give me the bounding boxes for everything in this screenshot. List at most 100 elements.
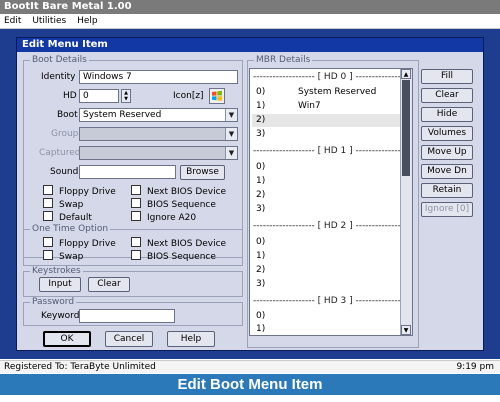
list-item[interactable]: 3) — [252, 203, 400, 216]
checkbox-box[interactable] — [131, 198, 141, 208]
sound-input[interactable] — [79, 165, 176, 179]
list-item[interactable]: 1) Win7 — [252, 100, 400, 113]
identity-input[interactable]: Windows 7 — [79, 70, 238, 84]
row-number: 3) — [256, 129, 266, 139]
app-title-bar: BootIt Bare Metal 1.00 — [0, 0, 500, 14]
menu-bar: Edit Utilities Help — [0, 14, 500, 29]
mbr-scrollbar[interactable]: ▲ ▼ — [400, 69, 412, 335]
bottom-strip — [0, 395, 500, 402]
captured-select: ▼ — [79, 146, 238, 160]
row-number: 0) — [256, 87, 266, 97]
floppy-drive-checkbox[interactable]: Floppy Drive — [43, 185, 116, 197]
menu-edit[interactable]: Edit — [0, 14, 25, 29]
checkbox-label: Ignore A20 — [147, 213, 197, 223]
list-item[interactable]: 3) — [252, 128, 400, 141]
captured-label: Captured — [39, 148, 81, 158]
row-number: 0) — [256, 311, 266, 321]
list-item[interactable]: 2) — [252, 189, 400, 202]
list-item[interactable]: 0) — [252, 236, 400, 249]
one-time-floppy-drive-checkbox[interactable]: Floppy Drive — [43, 237, 116, 249]
checkbox-label: Next BIOS Device — [147, 187, 227, 197]
next-bios-device-checkbox[interactable]: Next BIOS Device — [131, 185, 227, 197]
scroll-up-icon[interactable]: ▲ — [401, 69, 411, 79]
default-checkbox[interactable]: Default — [43, 211, 92, 223]
keystrokes-legend: Keystrokes — [30, 266, 83, 277]
status-registration: Registered To: TeraByte Unlimited — [4, 362, 156, 372]
list-item[interactable]: 0) — [252, 310, 400, 323]
list-item[interactable]: 1) — [252, 323, 400, 335]
hd-label: HD — [63, 91, 77, 101]
status-bar: Registered To: TeraByte Unlimited 9:19 p… — [0, 360, 500, 373]
ignore-button[interactable]: Ignore [0] — [421, 202, 473, 217]
dialog-title: Edit Menu Item — [17, 38, 483, 52]
caption-banner: Edit Boot Menu Item — [0, 374, 500, 395]
row-number: 1) — [256, 101, 266, 111]
list-item[interactable]: 0) — [252, 161, 400, 174]
retain-button[interactable]: Retain — [421, 183, 473, 198]
hd-spinner[interactable]: ▲ ▼ — [121, 89, 131, 103]
hd-input[interactable]: 0 — [79, 89, 119, 103]
cancel-button[interactable]: Cancel — [105, 331, 153, 347]
row-number: 2) — [256, 190, 266, 200]
clear-keystrokes-button[interactable]: Clear — [88, 277, 130, 292]
checkbox-box[interactable] — [43, 185, 53, 195]
list-item[interactable]: 3) — [252, 278, 400, 291]
mbr-list[interactable]: ------------------- [ HD 0 ] -----------… — [249, 68, 413, 336]
move-down-button[interactable]: Move Dn — [421, 164, 473, 179]
hide-button[interactable]: Hide — [421, 107, 473, 122]
checkbox-box[interactable] — [131, 211, 141, 221]
checkbox-label: Next BIOS Device — [147, 239, 227, 249]
fill-button[interactable]: Fill — [421, 69, 473, 84]
row-number: 1) — [256, 324, 266, 334]
ignore-a20-checkbox[interactable]: Ignore A20 — [131, 211, 197, 223]
boot-label: Boot — [57, 110, 78, 120]
menu-help[interactable]: Help — [73, 14, 102, 29]
help-button[interactable]: Help — [167, 331, 215, 347]
checkbox-box[interactable] — [43, 211, 53, 221]
checkbox-label: BIOS Sequence — [147, 200, 216, 210]
row-number: 3) — [256, 204, 266, 214]
checkbox-box[interactable] — [131, 250, 141, 260]
hd2-header: ------------------- [ HD 2 ] -----------… — [253, 221, 413, 231]
checkbox-box[interactable] — [131, 185, 141, 195]
volumes-button[interactable]: Volumes — [421, 126, 473, 141]
menu-utilities[interactable]: Utilities — [28, 14, 70, 29]
browse-button[interactable]: Browse — [180, 165, 225, 180]
scroll-down-icon[interactable]: ▼ — [401, 325, 411, 335]
scrollbar-thumb[interactable] — [402, 80, 410, 176]
password-legend: Password — [30, 297, 77, 308]
list-item-selected[interactable]: 2) — [252, 114, 400, 127]
swap-checkbox[interactable]: Swap — [43, 198, 83, 210]
icon-picker-button[interactable] — [209, 88, 225, 104]
keyword-label: Keyword — [41, 311, 80, 321]
keyword-input[interactable] — [79, 309, 175, 323]
chevron-down-icon: ▼ — [225, 128, 237, 140]
list-item[interactable]: 0) System Reserved — [252, 86, 400, 99]
one-time-swap-checkbox[interactable]: Swap — [43, 250, 84, 262]
list-item[interactable]: 1) — [252, 250, 400, 263]
group-label: Group — [51, 129, 79, 139]
checkbox-label: Swap — [59, 252, 84, 262]
checkbox-box[interactable] — [43, 250, 53, 260]
boot-select-value: System Reserved — [83, 110, 162, 120]
identity-label: Identity — [41, 72, 76, 82]
list-item[interactable]: 2) — [252, 264, 400, 277]
one-time-bios-sequence-checkbox[interactable]: BIOS Sequence — [131, 250, 216, 262]
group-select: ▼ — [79, 127, 238, 141]
checkbox-box[interactable] — [43, 237, 53, 247]
input-button[interactable]: Input — [39, 277, 81, 292]
move-up-button[interactable]: Move Up — [421, 145, 473, 160]
ok-button[interactable]: OK — [43, 331, 91, 347]
chevron-down-icon[interactable]: ▼ — [225, 109, 237, 121]
boot-select[interactable]: System Reserved ▼ — [79, 108, 238, 122]
list-item[interactable]: 1) — [252, 175, 400, 188]
bios-sequence-checkbox[interactable]: BIOS Sequence — [131, 198, 216, 210]
row-label: Win7 — [298, 101, 321, 111]
checkbox-box[interactable] — [43, 198, 53, 208]
checkbox-box[interactable] — [131, 237, 141, 247]
clear-button[interactable]: Clear — [421, 88, 473, 103]
row-number: 1) — [256, 176, 266, 186]
checkbox-label: Floppy Drive — [59, 187, 116, 197]
one-time-next-bios-device-checkbox[interactable]: Next BIOS Device — [131, 237, 227, 249]
app-title: BootIt Bare Metal 1.00 — [4, 1, 132, 12]
